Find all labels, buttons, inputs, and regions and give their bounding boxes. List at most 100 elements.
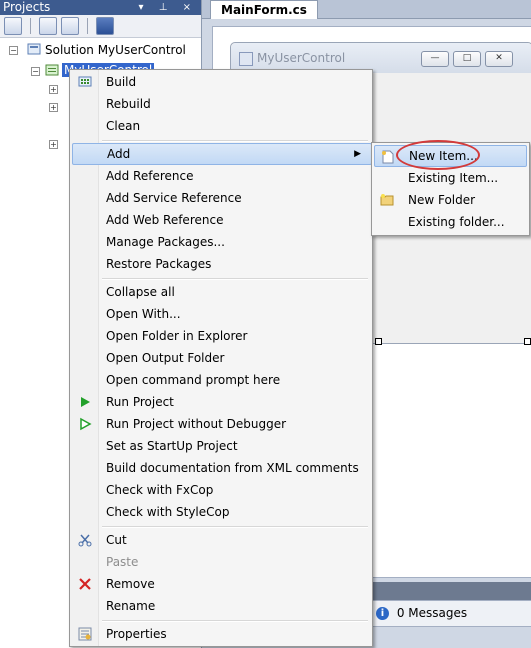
- new-folder-label: New Folder: [408, 193, 476, 207]
- expand-icon[interactable]: +: [49, 140, 58, 149]
- submenu-item-existing-folder[interactable]: Existing folder...: [374, 211, 527, 233]
- properties-label: Properties: [106, 627, 167, 641]
- manage-packages-label: Manage Packages...: [106, 235, 225, 249]
- open-command-prompt-label: Open command prompt here: [106, 373, 281, 387]
- open-folder-label: Open Folder in Explorer: [106, 329, 248, 343]
- check-stylecop-label: Check with StyleCop: [106, 505, 230, 519]
- add-web-reference-label: Add Web Reference: [106, 213, 224, 227]
- menu-item-rebuild[interactable]: Rebuild: [72, 93, 370, 115]
- build-label: Build: [106, 75, 137, 89]
- collapse-all-label: Collapse all: [106, 285, 175, 299]
- check-fxcop-label: Check with FxCop: [106, 483, 214, 497]
- toolbar-separator: [30, 18, 31, 34]
- menu-item-build[interactable]: Build: [72, 71, 370, 93]
- menu-separator: [102, 526, 368, 528]
- menu-item-build-documentation[interactable]: Build documentation from XML comments: [72, 457, 370, 479]
- rename-label: Rename: [106, 599, 156, 613]
- build-icon: [78, 76, 92, 87]
- close-button[interactable]: ✕: [485, 51, 513, 67]
- add-reference-label: Add Reference: [106, 169, 194, 183]
- resize-handle[interactable]: [524, 338, 531, 345]
- tab-label: MainForm.cs: [221, 3, 307, 17]
- submenu-arrow-icon: ▶: [354, 149, 361, 159]
- projects-toolbar: [0, 15, 201, 38]
- existing-folder-label: Existing folder...: [408, 215, 505, 229]
- annotation-ring: [396, 140, 480, 170]
- messages-bar[interactable]: i 0 Messages: [370, 600, 531, 627]
- project-icon: [45, 64, 59, 76]
- projects-title-label: Projects: [3, 0, 51, 14]
- solution-label: Solution MyUserControl: [45, 43, 186, 57]
- run-icon: [81, 397, 90, 407]
- run-without-debugger-label: Run Project without Debugger: [106, 417, 287, 431]
- maximize-button[interactable]: □: [453, 51, 481, 67]
- solution-node[interactable]: Solution MyUserControl: [45, 42, 186, 58]
- set-startup-label: Set as StartUp Project: [106, 439, 238, 453]
- solution-icon: [27, 43, 41, 55]
- open-with-label: Open With...: [106, 307, 181, 321]
- messages-label: 0 Messages: [396, 606, 468, 620]
- add-service-reference-label: Add Service Reference: [106, 191, 242, 205]
- panel-controls[interactable]: ▾ ⊥ ×: [139, 0, 197, 15]
- menu-separator: [102, 140, 368, 142]
- menu-item-cut[interactable]: Cut: [72, 529, 370, 551]
- new-item-icon: [382, 150, 394, 164]
- form-title: MyUserControl: [257, 51, 346, 65]
- menu-item-rename[interactable]: Rename: [72, 595, 370, 617]
- menu-item-add[interactable]: Add ▶: [72, 143, 372, 165]
- menu-item-add-web-reference[interactable]: Add Web Reference: [72, 209, 370, 231]
- restore-packages-label: Restore Packages: [106, 257, 212, 271]
- menu-item-paste[interactable]: Paste: [72, 551, 370, 573]
- menu-item-check-fxcop[interactable]: Check with FxCop: [72, 479, 370, 501]
- submenu-item-existing-item[interactable]: Existing Item...: [374, 167, 527, 189]
- tab-mainform[interactable]: MainForm.cs: [210, 0, 318, 19]
- add-label: Add: [107, 147, 131, 161]
- menu-item-open-with[interactable]: Open With...: [72, 303, 370, 325]
- menu-item-run-without-debugger[interactable]: Run Project without Debugger: [72, 413, 370, 435]
- refresh-icon[interactable]: [61, 17, 79, 35]
- project-context-menu: Build Rebuild Clean Add ▶ Add Reference …: [69, 69, 373, 647]
- submenu-item-new-folder[interactable]: New Folder: [374, 189, 527, 211]
- menu-item-properties[interactable]: Properties: [72, 623, 370, 645]
- output-tab-strip: [370, 582, 531, 600]
- menu-item-restore-packages[interactable]: Restore Packages: [72, 253, 370, 275]
- menu-item-manage-packages[interactable]: Manage Packages...: [72, 231, 370, 253]
- rebuild-label: Rebuild: [106, 97, 151, 111]
- menu-item-check-stylecop[interactable]: Check with StyleCop: [72, 501, 370, 523]
- properties-toolbar-icon[interactable]: [4, 17, 22, 35]
- expand-icon[interactable]: +: [49, 103, 58, 112]
- cut-label: Cut: [106, 533, 127, 547]
- resize-handle[interactable]: [375, 338, 382, 345]
- menu-item-add-reference[interactable]: Add Reference: [72, 165, 370, 187]
- document-tab-strip: MainForm.cs: [202, 0, 531, 19]
- show-all-files-icon[interactable]: [39, 17, 57, 35]
- info-icon: i: [376, 607, 389, 620]
- menu-separator: [102, 620, 368, 622]
- view-code-icon[interactable]: [96, 17, 114, 35]
- new-folder-icon: [380, 194, 394, 206]
- run-outline-icon: [80, 417, 92, 431]
- menu-item-remove[interactable]: Remove: [72, 573, 370, 595]
- expand-icon[interactable]: +: [49, 85, 58, 94]
- build-documentation-label: Build documentation from XML comments: [106, 461, 359, 475]
- menu-item-open-command-prompt[interactable]: Open command prompt here: [72, 369, 370, 391]
- menu-item-clean[interactable]: Clean: [72, 115, 370, 137]
- remove-label: Remove: [106, 577, 155, 591]
- clean-label: Clean: [106, 119, 141, 133]
- collapse-icon[interactable]: −: [31, 67, 40, 76]
- menu-item-run-project[interactable]: Run Project: [72, 391, 370, 413]
- menu-item-open-output-folder[interactable]: Open Output Folder: [72, 347, 370, 369]
- run-project-label: Run Project: [106, 395, 174, 409]
- paste-label: Paste: [106, 555, 139, 569]
- remove-x-icon: [79, 578, 91, 590]
- minimize-button[interactable]: —: [421, 51, 449, 67]
- menu-item-add-service-reference[interactable]: Add Service Reference: [72, 187, 370, 209]
- menu-item-set-startup[interactable]: Set as StartUp Project: [72, 435, 370, 457]
- menu-separator: [102, 278, 368, 280]
- open-output-folder-label: Open Output Folder: [106, 351, 225, 365]
- collapse-icon[interactable]: −: [9, 46, 18, 55]
- menu-item-open-folder[interactable]: Open Folder in Explorer: [72, 325, 370, 347]
- properties-icon: [78, 627, 92, 641]
- menu-item-collapse-all[interactable]: Collapse all: [72, 281, 370, 303]
- toolbar-separator: [87, 18, 88, 34]
